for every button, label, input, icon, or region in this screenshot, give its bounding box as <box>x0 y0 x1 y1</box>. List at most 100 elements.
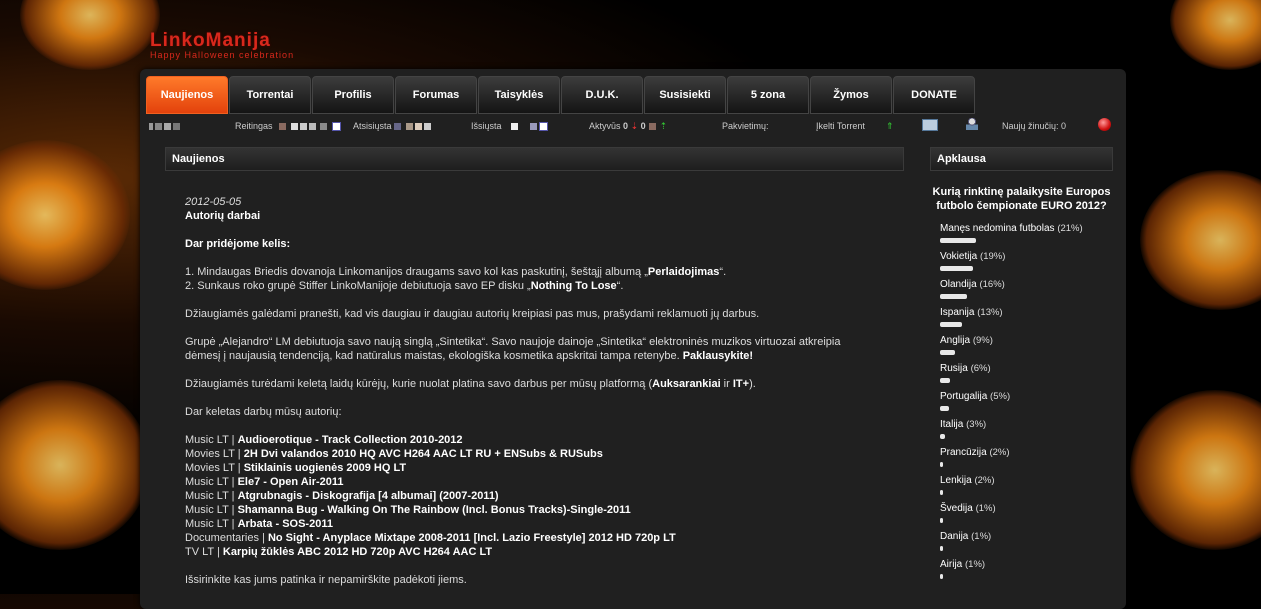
news-added: Dar pridėjome kelis: <box>185 238 291 250</box>
poll-option-percent: (3%) <box>966 419 987 430</box>
release-link[interactable]: Arbata - SOS-2011 <box>238 518 333 530</box>
pumpkin-decoration <box>1130 390 1261 550</box>
downloaded-label: Atsisiųsta <box>353 121 392 131</box>
poll-options: Manęs nedomina futbolas (21%) Vokietija (… <box>930 223 1113 587</box>
upload-icon[interactable]: ⇑ <box>886 121 894 132</box>
poll-option-label: Vokietija <box>940 251 978 262</box>
poll-option-percent: (1%) <box>965 559 986 570</box>
release-link[interactable]: Stiklainis uogienės 2009 HQ LT <box>244 462 406 474</box>
album-link-nothing-to-lose[interactable]: Nothing To Lose <box>531 280 617 292</box>
rating-label: Reitingas <box>235 121 273 131</box>
release-item: Movies LT | Stiklainis uogienės 2009 HQ … <box>185 462 407 474</box>
poll-option: Ispanija (13%) <box>940 307 1113 335</box>
release-link[interactable]: 2H Dvi valandos 2010 HQ AVC H264 AAC LT … <box>244 448 603 460</box>
listen-link[interactable]: Paklausykite! <box>683 350 753 362</box>
upload-arrow-icon: ⇡ <box>659 121 668 131</box>
poll-option: Olandija (16%) <box>940 279 1113 307</box>
uploaded-value <box>510 121 549 132</box>
poll-option: Manęs nedomina futbolas (21%) <box>940 223 1113 251</box>
poll-question: Kurią rinktinę palaikysite Europos futbo… <box>932 186 1111 212</box>
poll-option-label: Anglija <box>940 335 971 346</box>
invites-label[interactable]: Pakvietimų: <box>722 121 769 131</box>
news-item-2: 2. Sunkaus roko grupė Stiffer LinkoManij… <box>185 280 624 292</box>
upload-torrent-link[interactable]: Įkelti Torrent <box>816 121 865 131</box>
poll-option-label: Ispanija <box>940 307 975 318</box>
pumpkin-decoration <box>1140 170 1261 310</box>
release-link[interactable]: No Sight - Anyplace Mixtape 2008-2011 [I… <box>268 532 676 544</box>
release-link[interactable]: Ele7 - Open Air-2011 <box>238 476 344 488</box>
poll-option-label: Danija <box>940 531 969 542</box>
poll-option: Švedija (1%) <box>940 503 1113 531</box>
mail-icon[interactable] <box>922 119 938 133</box>
poll-option-percent: (21%) <box>1057 223 1083 234</box>
tab-zymos[interactable]: Žymos <box>810 76 892 114</box>
news-panel: Naujienos 2012-05-05 Autorių darbai Dar … <box>165 147 904 601</box>
news-body: 2012-05-05 Autorių darbai Dar pridėjome … <box>165 171 904 587</box>
pumpkin-decoration <box>0 380 150 550</box>
release-item: Documentaries | No Sight - Anyplace Mixt… <box>185 532 676 544</box>
site-logo[interactable]: LinkoManija Happy Halloween celebration <box>150 30 294 60</box>
auksarankiai-link[interactable]: Auksarankiai <box>652 378 720 390</box>
new-messages[interactable]: Naujų žinučių: 0 <box>1002 121 1066 131</box>
poll-option-bar <box>940 462 943 467</box>
poll-option-bar <box>940 294 967 299</box>
tab-donate[interactable]: DONATE <box>893 76 975 114</box>
poll-option-bar <box>940 378 950 383</box>
poll-option-label: Italija <box>940 419 964 430</box>
release-link[interactable]: Atgrubnagis - Diskografija [4 albumai] (… <box>238 490 499 502</box>
poll-option-bar <box>940 518 943 523</box>
active-torrents: Aktyvūs 0 ⇣ 0 ⇡ <box>589 121 667 132</box>
poll-option-bar <box>940 350 955 355</box>
news-closing: Išsirinkite kas jums patinka ir nepamirš… <box>185 574 467 586</box>
album-link-perlaidojimas[interactable]: Perlaidojimas <box>648 266 720 278</box>
poll-option-label: Rusija <box>940 363 968 374</box>
tab-susisiekti[interactable]: Susisiekti <box>644 76 726 114</box>
user-icon[interactable] <box>966 118 978 132</box>
poll-option-percent: (9%) <box>972 335 993 346</box>
poll-option-label: Olandija <box>940 279 977 290</box>
news-panel-header: Naujienos <box>165 147 904 171</box>
user-stats-bar: Reitingas Atsisiųsta Išsiųsta Aktyvūs 0 … <box>140 115 1126 137</box>
poll-option-bar <box>940 546 943 551</box>
poll-option-label: Portugalija <box>940 391 988 402</box>
release-item: Music LT | Atgrubnagis - Diskografija [4… <box>185 490 499 502</box>
release-link[interactable]: Shamanna Bug - Walking On The Rainbow (I… <box>238 504 631 516</box>
poll-option-percent: (2%) <box>974 475 995 486</box>
main-nav: Naujienos Torrentai Profilis Forumas Tai… <box>146 76 976 114</box>
poll-option: Vokietija (19%) <box>940 251 1113 279</box>
poll-option: Lenkija (2%) <box>940 475 1113 503</box>
poll-option-bar <box>940 238 976 243</box>
news-paragraph-1: Džiaugiamės galėdami pranešti, kad vis d… <box>185 308 760 320</box>
rating-value <box>278 121 342 132</box>
news-paragraph-3: Džiaugiamės turėdami keletą laidų kūrėjų… <box>185 378 756 390</box>
poll-panel-header: Apklausa <box>930 147 1113 171</box>
releases-intro: Dar keletas darbų mūsų autorių: <box>185 406 342 418</box>
poll-option-bar <box>940 574 943 579</box>
active-label: Aktyvūs <box>589 121 621 131</box>
poll-option: Prancūzija (2%) <box>940 447 1113 475</box>
pumpkin-decoration <box>20 0 160 70</box>
poll-option: Rusija (6%) <box>940 363 1113 391</box>
tab-forumas[interactable]: Forumas <box>395 76 477 114</box>
tab-torrentai[interactable]: Torrentai <box>229 76 311 114</box>
pumpkin-decoration <box>0 140 130 290</box>
release-link[interactable]: Audioerotique - Track Collection 2010-20… <box>238 434 463 446</box>
news-item-1: 1. Mindaugas Briedis dovanoja Linkomanij… <box>185 266 727 278</box>
tab-duk[interactable]: D.U.K. <box>561 76 643 114</box>
tab-taisykles[interactable]: Taisyklės <box>478 76 560 114</box>
poll-option-label: Lenkija <box>940 475 972 486</box>
release-link[interactable]: Karpių žūklės ABC 2012 HD 720p AVC H264 … <box>223 546 492 558</box>
active-count-2: 0 <box>640 121 646 131</box>
uploaded-label: Išsiųsta <box>471 121 502 131</box>
logout-icon[interactable] <box>1098 118 1111 133</box>
poll-option: Portugalija (5%) <box>940 391 1113 419</box>
username-blurred[interactable] <box>148 121 181 131</box>
tab-naujienos[interactable]: Naujienos <box>146 76 228 114</box>
poll-option-label: Airija <box>940 559 963 570</box>
tab-5-zona[interactable]: 5 zona <box>727 76 809 114</box>
active-count: 0 <box>623 121 629 131</box>
poll-option-percent: (13%) <box>977 307 1003 318</box>
release-item: Music LT | Audioerotique - Track Collect… <box>185 434 463 446</box>
it-plus-link[interactable]: IT+ <box>733 378 749 390</box>
tab-profilis[interactable]: Profilis <box>312 76 394 114</box>
